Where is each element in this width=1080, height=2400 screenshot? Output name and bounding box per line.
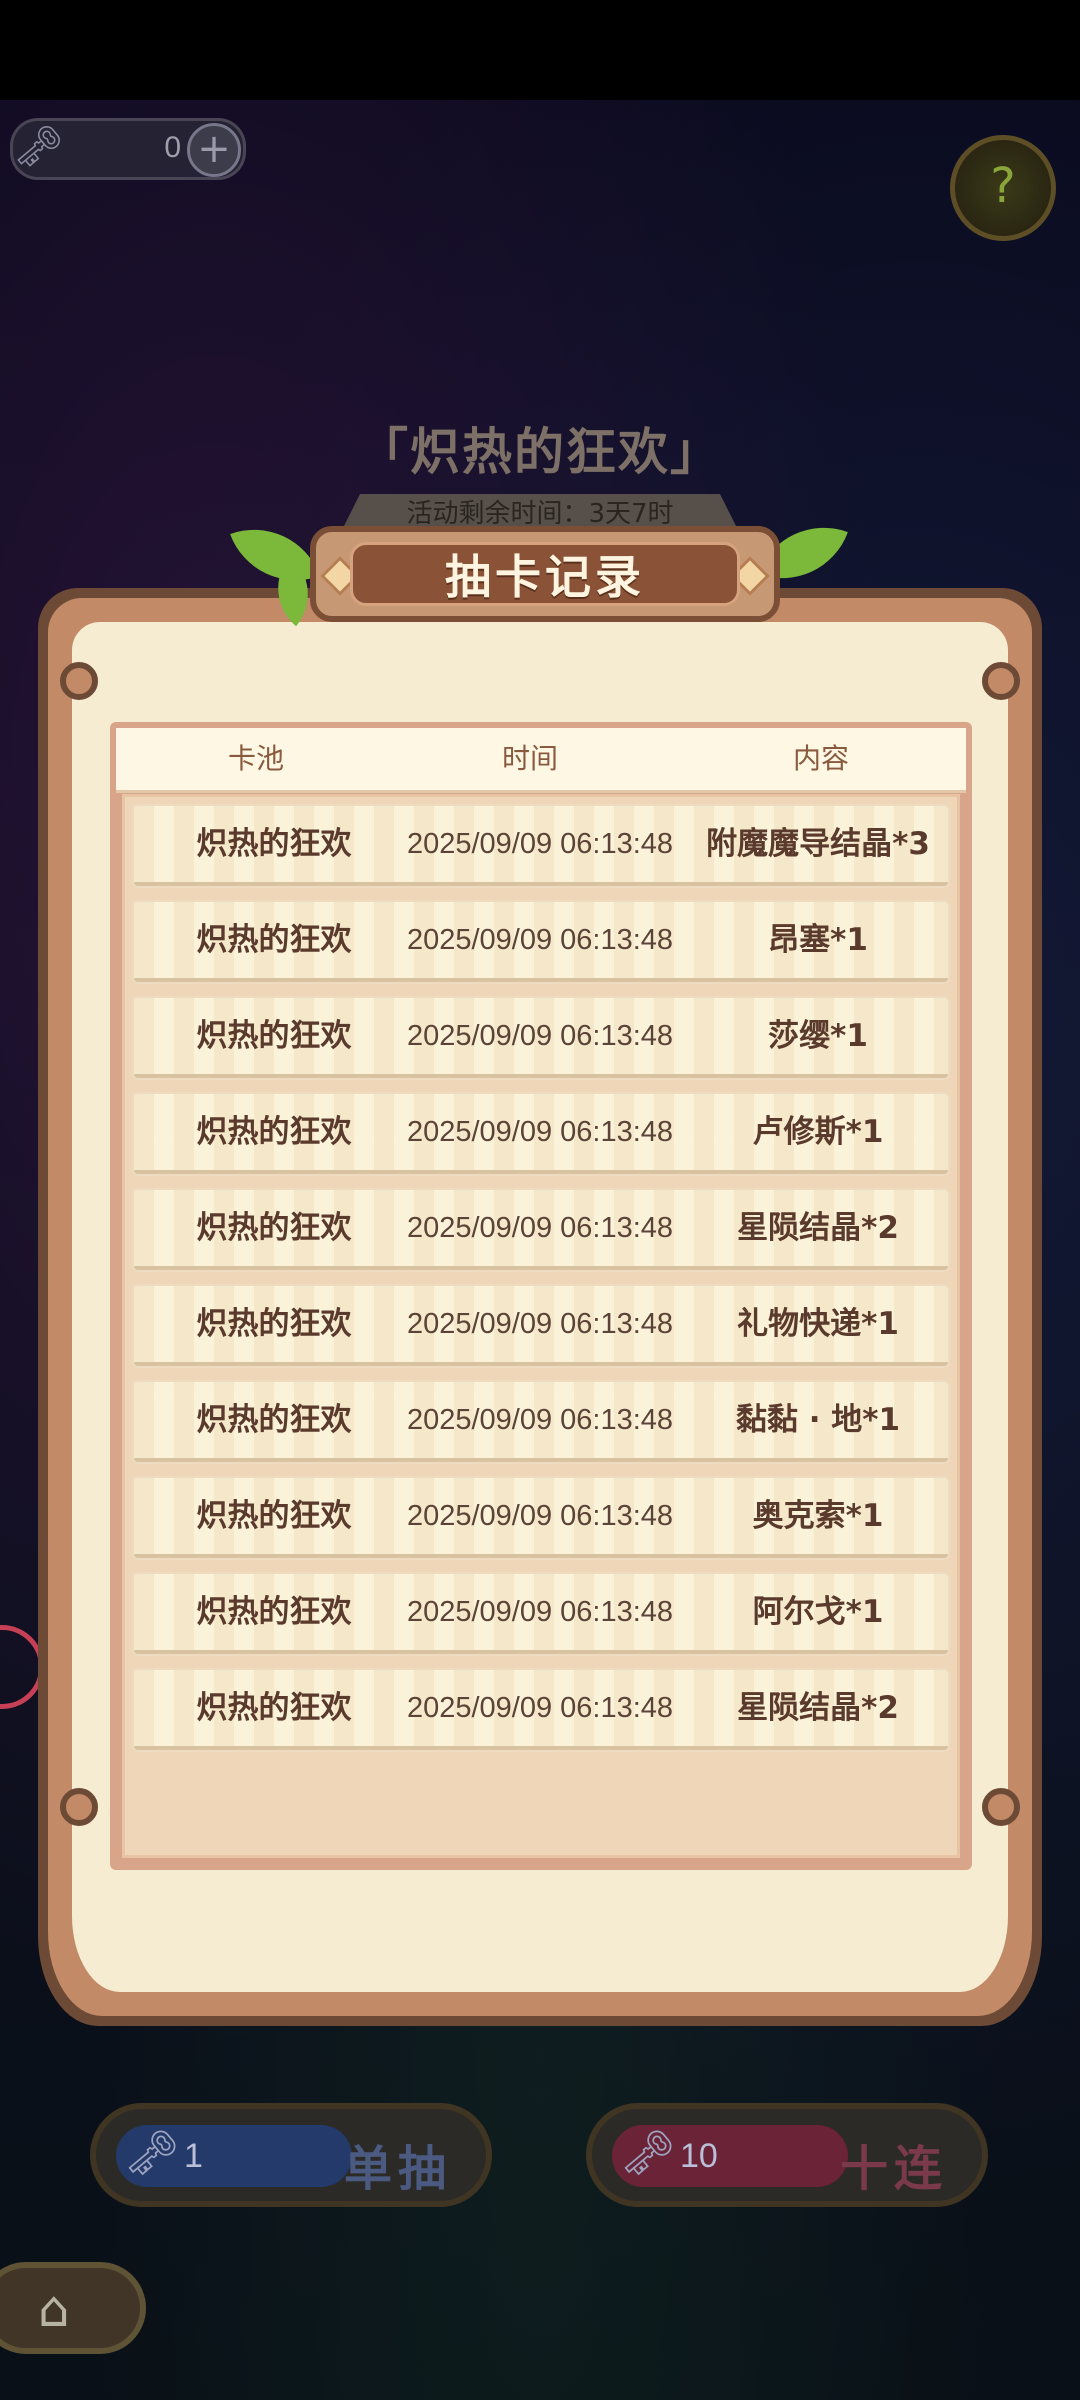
row-pool: 炽热的狂欢 bbox=[196, 1114, 352, 1150]
ten-draw-cost: 10 bbox=[680, 2137, 718, 2175]
column-header-pool: 卡池 bbox=[227, 742, 284, 775]
corner-ornament-icon bbox=[60, 662, 98, 700]
key-icon: 🗝 bbox=[124, 2128, 180, 2179]
row-time: 2025/09/09 06:13:48 bbox=[406, 1404, 674, 1436]
row-content: 星陨结晶*2 bbox=[737, 1690, 899, 1726]
row-time: 2025/09/09 06:13:48 bbox=[406, 1212, 674, 1244]
table-row: 炽热的狂欢 2025/09/09 06:13:48 阿尔戈*1 bbox=[134, 1574, 948, 1654]
row-pool: 炽热的狂欢 bbox=[196, 1210, 352, 1246]
row-content: 黏黏 · 地*1 bbox=[735, 1402, 901, 1438]
row-pool: 炽热的狂欢 bbox=[196, 1402, 352, 1438]
row-time: 2025/09/09 06:13:48 bbox=[406, 1020, 674, 1052]
row-content: 礼物快递*1 bbox=[737, 1306, 899, 1342]
table-row: 炽热的狂欢 2025/09/09 06:13:48 星陨结晶*2 bbox=[134, 1670, 948, 1750]
panel-title-banner: 抽卡记录 bbox=[310, 526, 780, 622]
row-time: 2025/09/09 06:13:48 bbox=[406, 1500, 674, 1532]
ten-draw-label: 十连 bbox=[839, 2141, 948, 2197]
help-icon[interactable]: ? bbox=[950, 135, 1056, 241]
row-pool: 炽热的狂欢 bbox=[196, 1306, 352, 1342]
row-pool: 炽热的狂欢 bbox=[196, 1594, 352, 1630]
panel-title: 抽卡记录 bbox=[445, 550, 645, 604]
corner-ornament-icon bbox=[60, 1788, 98, 1826]
column-header-time: 时间 bbox=[501, 742, 558, 775]
row-content: 莎缨*1 bbox=[768, 1018, 868, 1054]
row-time: 2025/09/09 06:13:48 bbox=[406, 828, 674, 860]
table-row: 炽热的狂欢 2025/09/09 06:13:48 莎缨*1 bbox=[134, 998, 948, 1078]
row-pool: 炽热的狂欢 bbox=[196, 1690, 352, 1726]
table-row: 炽热的狂欢 2025/09/09 06:13:48 星陨结晶*2 bbox=[134, 1190, 948, 1270]
corner-ornament-icon bbox=[982, 1788, 1020, 1826]
row-pool: 炽热的狂欢 bbox=[196, 1498, 352, 1534]
row-time: 2025/09/09 06:13:48 bbox=[406, 1692, 674, 1724]
row-time: 2025/09/09 06:13:48 bbox=[406, 1596, 674, 1628]
row-pool: 炽热的狂欢 bbox=[196, 922, 352, 958]
row-pool: 炽热的狂欢 bbox=[196, 1018, 352, 1054]
table-row: 炽热的狂欢 2025/09/09 06:13:48 昂塞*1 bbox=[134, 902, 948, 982]
table-row: 炽热的狂欢 2025/09/09 06:13:48 卢修斯*1 bbox=[134, 1094, 948, 1174]
row-content: 阿尔戈*1 bbox=[752, 1594, 884, 1630]
key-count: 0 bbox=[164, 131, 181, 164]
row-content: 昂塞*1 bbox=[768, 922, 868, 958]
row-content: 奥克索*1 bbox=[752, 1498, 884, 1534]
table-row: 炽热的狂欢 2025/09/09 06:13:48 礼物快递*1 bbox=[134, 1286, 948, 1366]
add-currency-button[interactable]: + bbox=[187, 123, 241, 177]
single-draw-button[interactable]: 🗝 1 单抽 bbox=[90, 2103, 492, 2207]
table-row: 炽热的狂欢 2025/09/09 06:13:48 奥克索*1 bbox=[134, 1478, 948, 1558]
record-table: 卡池 时间 内容 炽热的狂欢 2025/09/09 06:13:48 附魔魔导结… bbox=[110, 722, 972, 1870]
ten-draw-button[interactable]: 🗝 10 十连 bbox=[586, 2103, 988, 2207]
row-content: 附魔魔导结晶*3 bbox=[706, 826, 930, 862]
table-row: 炽热的狂欢 2025/09/09 06:13:48 黏黏 · 地*1 bbox=[134, 1382, 948, 1462]
single-draw-cost: 1 bbox=[184, 2137, 203, 2175]
row-time: 2025/09/09 06:13:48 bbox=[406, 1116, 674, 1148]
table-row: 炽热的狂欢 2025/09/09 06:13:48 附魔魔导结晶*3 bbox=[134, 806, 948, 886]
home-button[interactable]: ⌂ bbox=[0, 2262, 146, 2354]
home-icon: ⌂ bbox=[38, 2280, 70, 2338]
banner-plate: 抽卡记录 bbox=[350, 542, 740, 606]
row-content: 卢修斯*1 bbox=[752, 1114, 884, 1150]
row-time: 2025/09/09 06:13:48 bbox=[406, 1308, 674, 1340]
key-icon: 🗝 bbox=[13, 124, 64, 170]
key-icon: 🗝 bbox=[620, 2128, 676, 2179]
corner-ornament-icon bbox=[982, 662, 1020, 700]
row-content: 星陨结晶*2 bbox=[737, 1210, 899, 1246]
table-header: 卡池 时间 内容 bbox=[116, 728, 966, 793]
row-pool: 炽热的狂欢 bbox=[196, 826, 352, 862]
table-body[interactable]: 炽热的狂欢 2025/09/09 06:13:48 附魔魔导结晶*3 炽热的狂欢… bbox=[122, 794, 960, 1858]
column-header-content: 内容 bbox=[792, 742, 849, 775]
single-draw-label: 单抽 bbox=[343, 2141, 452, 2197]
key-currency-bar: 🗝 0 + bbox=[10, 118, 246, 180]
row-time: 2025/09/09 06:13:48 bbox=[406, 924, 674, 956]
event-title: 「炽热的狂欢」 bbox=[358, 423, 722, 481]
